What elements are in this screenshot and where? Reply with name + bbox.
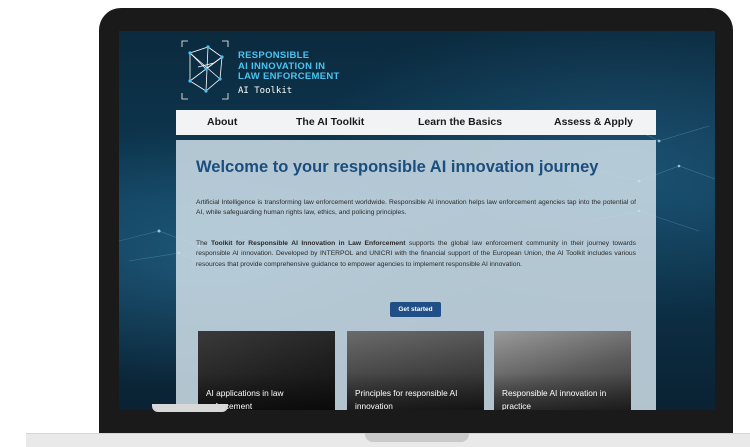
- page-title: Welcome to your responsible AI innovatio…: [196, 158, 599, 176]
- laptop-notch: [365, 433, 469, 442]
- logo-line-3: LAW ENFORCEMENT: [238, 71, 340, 82]
- screen: RESPONSIBLE AI INNOVATION IN LAW ENFORCE…: [119, 31, 715, 410]
- screen-scroll-indicator: [152, 404, 228, 412]
- main-nav: About The AI Toolkit Learn the Basics As…: [176, 110, 656, 135]
- logo-line-1: RESPONSIBLE: [238, 50, 310, 61]
- toolkit-name: Toolkit for Responsible AI Innovation in…: [211, 240, 406, 247]
- logo-subtitle: AI Toolkit: [238, 86, 293, 96]
- nav-item-learn-basics[interactable]: Learn the Basics: [418, 116, 502, 128]
- tile-ai-applications[interactable]: AI applications in law enforcement: [198, 331, 335, 410]
- toolkit-paragraph: The Toolkit for Responsible AI Innovatio…: [196, 239, 636, 270]
- site-logo[interactable]: RESPONSIBLE AI INNOVATION IN LAW ENFORCE…: [176, 39, 356, 103]
- nav-item-about[interactable]: About: [207, 116, 237, 128]
- get-started-button[interactable]: Get started: [390, 302, 441, 317]
- tile-caption: Principles for responsible AI innovation: [355, 388, 458, 410]
- nav-item-assess-apply[interactable]: Assess & Apply: [554, 116, 633, 128]
- intro-paragraph: Artificial Intelligence is transforming …: [196, 199, 636, 217]
- tile-principles[interactable]: Principles for responsible AI innovation: [347, 331, 484, 410]
- tile-caption: Responsible AI innovation in practice: [502, 388, 607, 410]
- tile-in-practice[interactable]: Responsible AI innovation in practice: [494, 331, 631, 410]
- welcome-card: Welcome to your responsible AI innovatio…: [176, 140, 656, 410]
- logo-wordmark: RESPONSIBLE AI INNOVATION IN LAW ENFORCE…: [238, 50, 340, 83]
- nav-item-ai-toolkit[interactable]: The AI Toolkit: [296, 116, 364, 128]
- toolkit-paragraph-lead: The: [196, 240, 211, 247]
- network-polygon-icon: [181, 40, 229, 100]
